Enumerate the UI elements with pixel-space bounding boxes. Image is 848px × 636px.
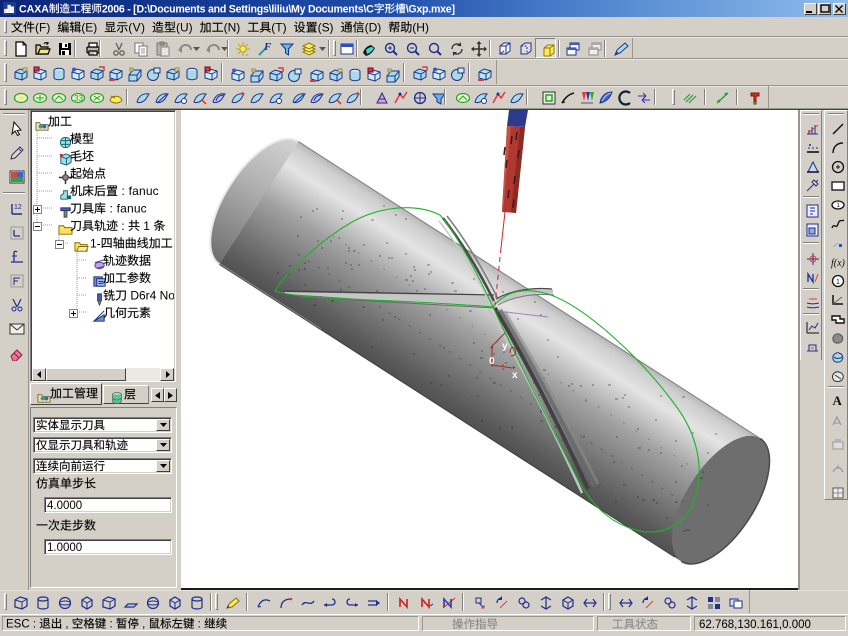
- svg-text:F: F: [263, 41, 272, 53]
- svg-text:0: 0: [489, 356, 495, 367]
- svg-text:y: y: [502, 341, 508, 352]
- svg-text:A: A: [833, 393, 843, 408]
- svg-text:12: 12: [14, 204, 22, 211]
- svg-text:1: 1: [836, 279, 840, 286]
- svg-text:33: 33: [74, 94, 83, 103]
- svg-text:x: x: [512, 370, 518, 381]
- svg-text:f(x): f(x): [831, 258, 846, 269]
